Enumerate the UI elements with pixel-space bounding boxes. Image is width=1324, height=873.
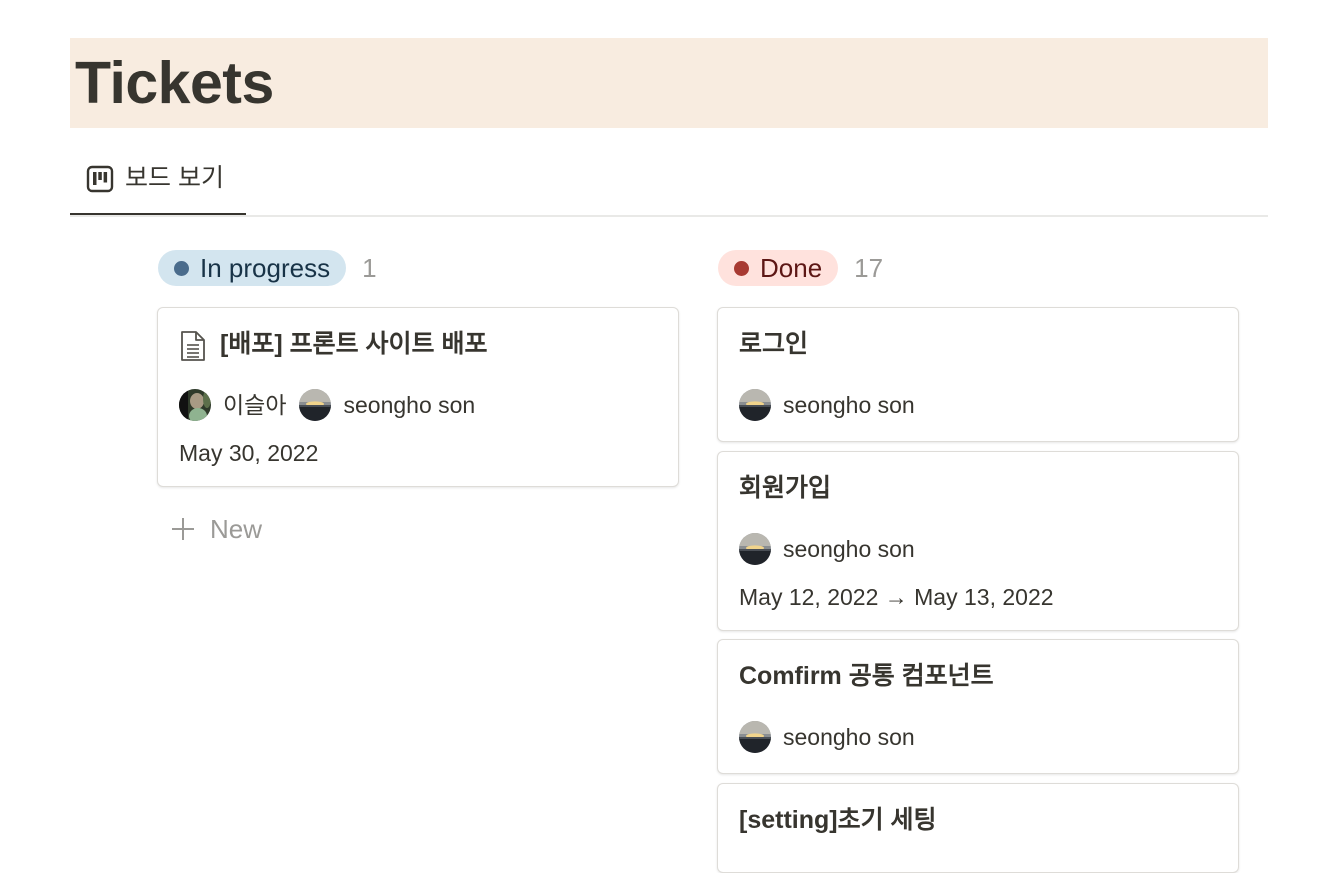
status-dot-icon: [734, 260, 749, 276]
status-pill-done[interactable]: Done: [718, 250, 839, 286]
board-icon: [86, 165, 114, 193]
person-chip: seongho son: [299, 388, 475, 422]
status-dot-icon: [174, 260, 189, 276]
avatar: [739, 533, 771, 565]
card-title: Comfirm 공통 컴포넌트: [739, 662, 994, 690]
new-card-button[interactable]: New: [170, 510, 262, 548]
board-card[interactable]: 회원가입 seongho son May 12, 2022 → May 13, …: [717, 451, 1239, 631]
tabs-divider: [70, 215, 1268, 217]
person-chip: seongho son: [739, 720, 915, 754]
board-card[interactable]: Comfirm 공통 컴포넌트 seongho son: [717, 639, 1239, 774]
person-chip: 이슬아: [179, 388, 286, 422]
card-title: [배포] 프론트 사이트 배포: [220, 330, 488, 358]
card-title: [setting]초기 세팅: [739, 806, 937, 834]
person-name: seongho son: [783, 724, 915, 750]
column-header-done[interactable]: Done 17: [718, 250, 883, 286]
document-icon: [181, 331, 205, 361]
board-card[interactable]: [setting]초기 세팅: [717, 783, 1239, 873]
avatar: [299, 389, 332, 421]
card-title: 로그인: [739, 330, 809, 358]
tab-board-view-label: 보드 보기: [125, 164, 224, 192]
person-chip: seongho son: [739, 532, 915, 566]
person-name: seongho son: [343, 392, 476, 418]
new-card-label: New: [210, 513, 263, 544]
assignees: 이슬아 seongho son: [179, 388, 488, 422]
status-label: Done: [760, 253, 823, 283]
card-title: 회원가입: [739, 474, 832, 502]
assignees: seongho son: [739, 532, 928, 566]
status-label: In progress: [200, 253, 331, 283]
column-count: 1: [362, 252, 377, 283]
avatar: [739, 721, 771, 753]
assignees: seongho son: [739, 388, 928, 422]
card-date: May 30, 2022: [179, 440, 319, 466]
person-name: seongho son: [783, 536, 915, 562]
assignees: seongho son: [739, 720, 928, 754]
column-header-in-progress[interactable]: In progress 1: [158, 250, 377, 286]
column-count: 17: [854, 252, 884, 283]
status-pill-in-progress[interactable]: In progress: [158, 250, 347, 286]
board-card[interactable]: 로그인 seongho son: [717, 307, 1239, 442]
page-title[interactable]: Tickets: [75, 47, 274, 119]
person-chip: seongho son: [739, 388, 915, 422]
person-name: seongho son: [783, 392, 915, 418]
avatar: [739, 389, 771, 421]
person-name: 이슬아: [223, 392, 287, 418]
board-card[interactable]: [배포] 프론트 사이트 배포 이슬아 seongho son May 30, …: [157, 307, 679, 487]
avatar: [179, 389, 211, 421]
tab-board-view[interactable]: 보드 보기: [70, 152, 246, 216]
card-date-range: May 12, 2022 → May 13, 2022: [739, 584, 1054, 610]
plus-icon: [172, 518, 194, 540]
